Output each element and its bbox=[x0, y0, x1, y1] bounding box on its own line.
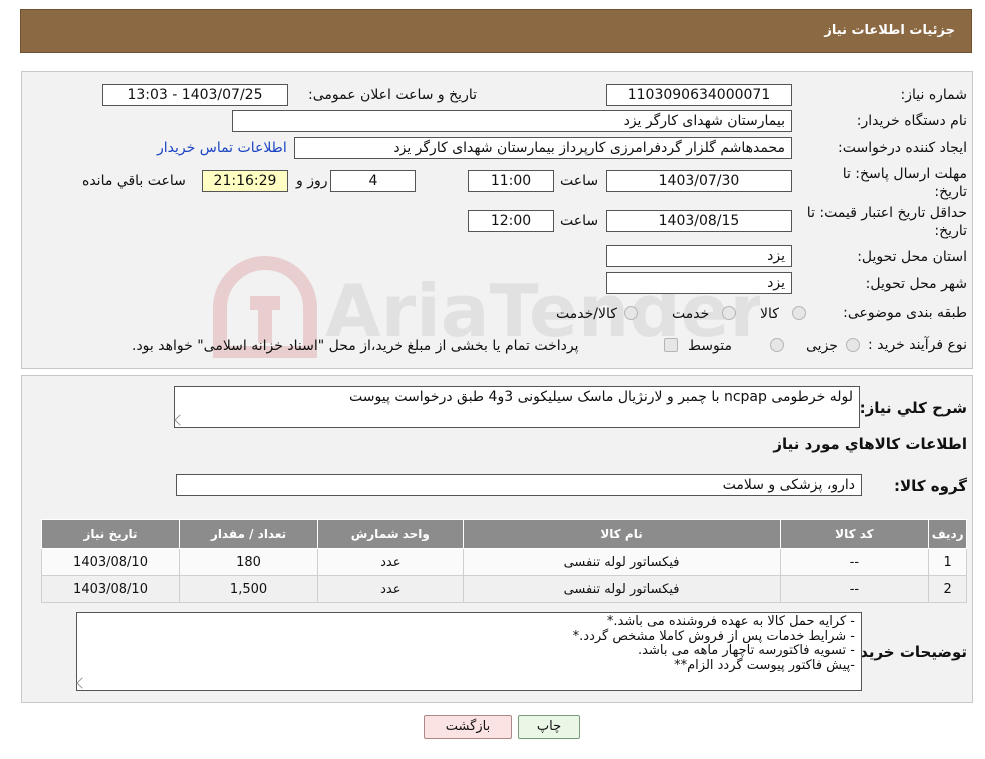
reply-deadline-time-label: ساعت bbox=[560, 173, 599, 189]
process-type-label: نوع فرآیند خرید : bbox=[868, 337, 967, 353]
announce-datetime-field: 1403/07/25 - 13:03 bbox=[102, 84, 288, 106]
treasury-payment-checkbox[interactable] bbox=[664, 338, 678, 352]
col-header-unit: واحد شمارش bbox=[317, 519, 464, 549]
buyer-note-line: -پیش فاکتور پیوست گردد الزام** bbox=[674, 657, 855, 673]
buyer-org-field: بیمارستان شهدای کارگر یزد bbox=[232, 110, 792, 132]
remaining-days-label: روز و bbox=[296, 173, 328, 189]
goods-group-field: دارو، پزشکی و سلامت bbox=[176, 474, 862, 496]
category-radio-goods[interactable] bbox=[792, 306, 806, 320]
city-field: یزد bbox=[606, 272, 792, 294]
cell-unit: عدد bbox=[317, 575, 464, 603]
cell-row-number: 1 bbox=[928, 548, 967, 576]
reply-deadline-date-field: 1403/07/30 bbox=[606, 170, 792, 192]
table-header-row: ردیف کد کالا نام کالا واحد شمارش تعداد /… bbox=[40, 519, 967, 549]
buyer-contact-link[interactable]: اطلاعات تماس خریدار bbox=[157, 140, 287, 156]
process-option-medium: متوسط bbox=[688, 338, 732, 354]
category-radio-service[interactable] bbox=[722, 306, 736, 320]
summary-label: شرح کلي نياز: bbox=[859, 399, 967, 417]
category-radio-goods-service[interactable] bbox=[624, 306, 638, 320]
announce-datetime-label: تاریخ و ساعت اعلان عمومی: bbox=[308, 87, 477, 103]
print-button[interactable]: چاپ bbox=[518, 715, 580, 739]
need-number-label: شماره نیاز: bbox=[900, 87, 968, 103]
treasury-payment-note: پرداخت تمام یا بخشی از مبلغ خرید،از محل … bbox=[132, 338, 579, 354]
requester-field: محمدهاشم گلزار گردفرامرزی کارپرداز بیمار… bbox=[294, 137, 792, 159]
reply-deadline-label-date: تاریخ: bbox=[934, 184, 967, 200]
cell-quantity: 180 bbox=[179, 548, 319, 576]
cell-goods-code: -- bbox=[779, 575, 930, 603]
price-validity-date-field: 1403/08/15 bbox=[606, 210, 792, 232]
cell-goods-code: -- bbox=[779, 548, 930, 576]
price-validity-time-field: 12:00 bbox=[468, 210, 554, 232]
price-validity-label-date: تاریخ: bbox=[934, 223, 967, 239]
category-option-goods: کالا bbox=[760, 306, 779, 322]
summary-text: لوله خرطومی ncpap با چمبر و لارنژیال ماس… bbox=[349, 389, 853, 405]
city-label: شهر محل تحویل: bbox=[865, 276, 967, 292]
goods-table: ردیف کد کالا نام کالا واحد شمارش تعداد /… bbox=[40, 519, 967, 603]
back-button[interactable]: بازگشت bbox=[424, 715, 512, 739]
reply-deadline-time-field: 11:00 bbox=[468, 170, 554, 192]
cell-goods-name: فیکساتور لوله تنفسی bbox=[462, 575, 781, 603]
remaining-time-label: ساعت باقي مانده bbox=[82, 173, 186, 189]
buyer-note-line: - کرایه حمل کالا به عهده فروشنده می باشد… bbox=[606, 614, 855, 629]
province-label: استان محل تحویل: bbox=[857, 249, 967, 265]
page-header: جزئیات اطلاعات نیاز bbox=[20, 9, 972, 53]
page-title: جزئیات اطلاعات نیاز bbox=[824, 23, 955, 38]
process-option-minor: جزیی bbox=[806, 338, 838, 354]
col-header-row-number: ردیف bbox=[928, 519, 967, 549]
buyer-note-line: - تسویه فاکتورسه تاچهار ماهه می باشد. bbox=[638, 643, 855, 659]
col-header-quantity: تعداد / مقدار bbox=[179, 519, 319, 549]
goods-info-title: اطلاعات کالاهاي مورد نياز bbox=[773, 435, 967, 453]
cell-row-number: 2 bbox=[928, 575, 967, 603]
cell-unit: عدد bbox=[317, 548, 464, 576]
goods-group-label: گروه کالا: bbox=[894, 477, 967, 495]
buyer-note-line: - شرایط خدمات پس از فروش کاملا مشخص گردد… bbox=[572, 628, 855, 644]
remaining-days-field: 4 bbox=[330, 170, 416, 192]
process-radio-minor[interactable] bbox=[846, 338, 860, 352]
cell-need-date: 1403/08/10 bbox=[40, 548, 181, 576]
buyer-notes-field: - کرایه حمل کالا به عهده فروشنده می باشد… bbox=[76, 612, 862, 691]
table-row: 1 -- فیکساتور لوله تنفسی عدد 180 1403/08… bbox=[40, 548, 967, 576]
col-header-goods-name: نام کالا bbox=[462, 519, 781, 549]
remaining-time-field: 21:16:29 bbox=[202, 170, 288, 192]
table-row: 2 -- فیکساتور لوله تنفسی عدد 1,500 1403/… bbox=[40, 575, 967, 603]
price-validity-label: حداقل تاریخ اعتبار قیمت: تا bbox=[806, 205, 967, 221]
cell-need-date: 1403/08/10 bbox=[40, 575, 181, 603]
province-field: یزد bbox=[606, 245, 792, 267]
process-radio-medium[interactable] bbox=[770, 338, 784, 352]
category-option-service: خدمت bbox=[672, 306, 710, 322]
requester-label: ایجاد کننده درخواست: bbox=[838, 140, 967, 156]
col-header-goods-code: کد کالا bbox=[779, 519, 930, 549]
buyer-org-label: نام دستگاه خریدار: bbox=[856, 113, 967, 129]
col-header-need-date: تاریخ نیاز bbox=[40, 519, 181, 549]
price-validity-time-label: ساعت bbox=[560, 213, 599, 229]
cell-goods-name: فیکساتور لوله تنفسی bbox=[462, 548, 781, 576]
category-label: طبقه بندی موضوعی: bbox=[843, 305, 967, 321]
cell-quantity: 1,500 bbox=[179, 575, 319, 603]
need-number-field: 1103090634000071 bbox=[606, 84, 792, 106]
reply-deadline-label: مهلت ارسال پاسخ: تا bbox=[842, 166, 967, 182]
category-option-goods-service: کالا/خدمت bbox=[556, 306, 617, 322]
summary-field: لوله خرطومی ncpap با چمبر و لارنژیال ماس… bbox=[174, 386, 860, 428]
